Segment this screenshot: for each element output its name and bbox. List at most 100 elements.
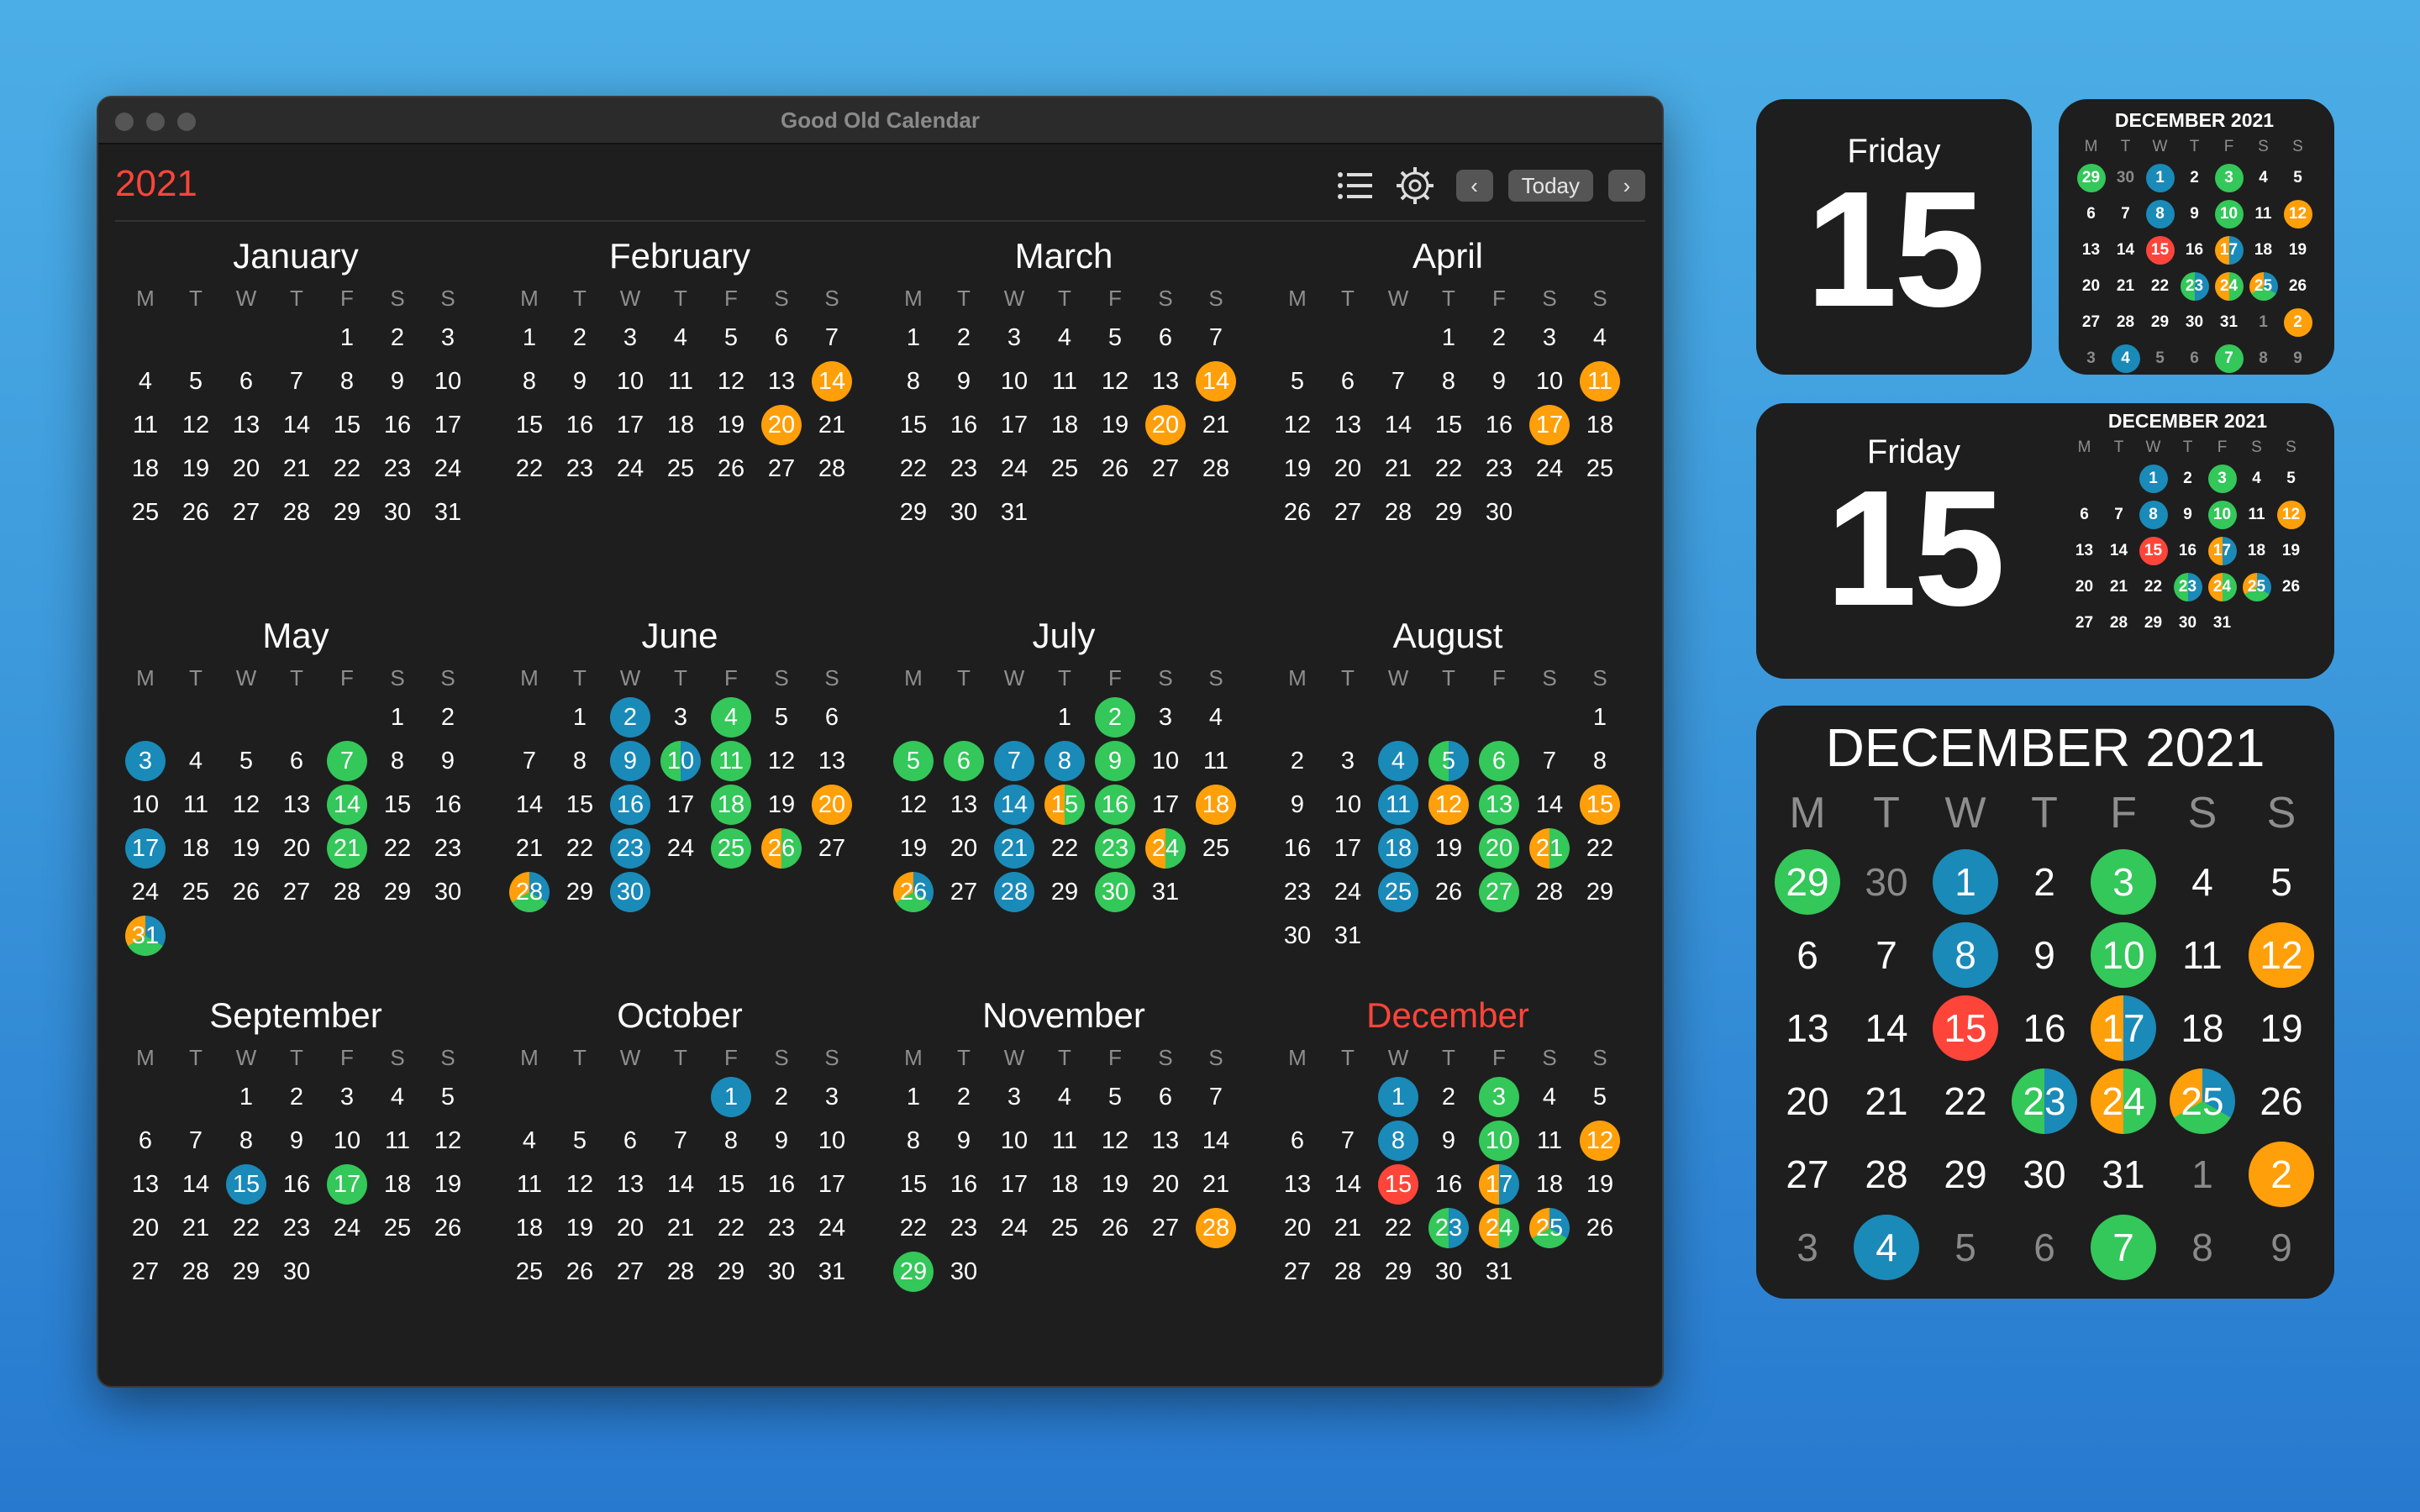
- day-cell[interactable]: 29: [322, 491, 372, 534]
- day-cell[interactable]: 12: [423, 1119, 473, 1163]
- day-cell[interactable]: 21: [1373, 447, 1423, 491]
- medium-widget[interactable]: Friday 15 DECEMBER 2021 M T W T F S S 1 2 3 4 5 6 7 8 9 1…: [1756, 403, 2334, 679]
- day-cell[interactable]: 17: [322, 1163, 372, 1206]
- day-cell[interactable]: 29: [1039, 870, 1090, 914]
- day-cell[interactable]: 25: [372, 1206, 423, 1250]
- day-cell[interactable]: 6: [1272, 1119, 1323, 1163]
- day-cell[interactable]: 18: [1575, 403, 1625, 447]
- day-cell[interactable]: 4: [655, 316, 706, 360]
- day-cell[interactable]: 2: [756, 1075, 807, 1119]
- day-cell[interactable]: 13: [756, 360, 807, 403]
- day-cell[interactable]: 5: [1090, 1075, 1140, 1119]
- day-cell[interactable]: 11: [1039, 360, 1090, 403]
- day-cell[interactable]: 23: [271, 1206, 322, 1250]
- day-cell[interactable]: 16: [1474, 403, 1524, 447]
- day-cell[interactable]: 4: [1575, 316, 1625, 360]
- day-cell[interactable]: 12: [1575, 1119, 1625, 1163]
- day-cell[interactable]: 12: [888, 783, 939, 827]
- day-cell[interactable]: 30: [756, 1250, 807, 1294]
- day-cell[interactable]: 12: [1272, 403, 1323, 447]
- day-cell[interactable]: 11: [1575, 360, 1625, 403]
- day-cell[interactable]: 11: [706, 739, 756, 783]
- day-cell[interactable]: 16: [939, 403, 989, 447]
- day-cell[interactable]: 23: [555, 447, 605, 491]
- day-cell[interactable]: 10: [1140, 739, 1191, 783]
- day-cell[interactable]: 24: [655, 827, 706, 870]
- day-cell[interactable]: 21: [1191, 403, 1241, 447]
- day-cell[interactable]: 5: [1423, 739, 1474, 783]
- day-cell[interactable]: 29: [372, 870, 423, 914]
- day-cell[interactable]: 25: [1373, 870, 1423, 914]
- day-cell[interactable]: 10: [120, 783, 171, 827]
- day-cell[interactable]: 21: [504, 827, 555, 870]
- day-cell[interactable]: 18: [1039, 1163, 1090, 1206]
- day-cell[interactable]: 24: [1323, 870, 1373, 914]
- day-cell[interactable]: 20: [1474, 827, 1524, 870]
- day-cell[interactable]: 1: [888, 316, 939, 360]
- day-cell[interactable]: 12: [171, 403, 221, 447]
- day-cell[interactable]: 13: [939, 783, 989, 827]
- day-cell[interactable]: 6: [271, 739, 322, 783]
- day-cell[interactable]: 19: [1090, 403, 1140, 447]
- day-cell[interactable]: 30: [1090, 870, 1140, 914]
- day-cell[interactable]: 18: [1373, 827, 1423, 870]
- day-cell[interactable]: 15: [706, 1163, 756, 1206]
- day-cell[interactable]: 21: [807, 403, 857, 447]
- day-cell[interactable]: 19: [555, 1206, 605, 1250]
- day-cell[interactable]: 29: [1373, 1250, 1423, 1294]
- day-cell[interactable]: 9: [1474, 360, 1524, 403]
- day-cell[interactable]: 21: [655, 1206, 706, 1250]
- day-cell[interactable]: 20: [1323, 447, 1373, 491]
- day-cell[interactable]: 8: [1575, 739, 1625, 783]
- day-cell[interactable]: 15: [555, 783, 605, 827]
- day-cell[interactable]: 13: [605, 1163, 655, 1206]
- day-cell[interactable]: 22: [322, 447, 372, 491]
- day-cell[interactable]: 17: [423, 403, 473, 447]
- day-cell[interactable]: 30: [271, 1250, 322, 1294]
- day-cell[interactable]: 7: [1191, 1075, 1241, 1119]
- day-cell[interactable]: 1: [504, 316, 555, 360]
- day-cell[interactable]: 30: [1423, 1250, 1474, 1294]
- day-cell[interactable]: 28: [1191, 1206, 1241, 1250]
- day-cell[interactable]: 2: [1474, 316, 1524, 360]
- day-cell[interactable]: 17: [120, 827, 171, 870]
- list-icon[interactable]: [1337, 171, 1374, 201]
- day-cell[interactable]: 14: [504, 783, 555, 827]
- day-cell[interactable]: 21: [171, 1206, 221, 1250]
- day-cell[interactable]: 26: [1272, 491, 1323, 534]
- day-cell[interactable]: 4: [1373, 739, 1423, 783]
- day-cell[interactable]: 7: [1373, 360, 1423, 403]
- day-cell[interactable]: 28: [1373, 491, 1423, 534]
- day-cell[interactable]: 14: [989, 783, 1039, 827]
- day-cell[interactable]: 30: [372, 491, 423, 534]
- day-cell[interactable]: 28: [807, 447, 857, 491]
- day-cell[interactable]: 18: [706, 783, 756, 827]
- day-cell[interactable]: 16: [1423, 1163, 1474, 1206]
- day-cell[interactable]: 28: [989, 870, 1039, 914]
- day-cell[interactable]: 26: [221, 870, 271, 914]
- day-cell[interactable]: 10: [1323, 783, 1373, 827]
- day-cell[interactable]: 10: [807, 1119, 857, 1163]
- day-cell[interactable]: 9: [555, 360, 605, 403]
- day-cell[interactable]: 21: [1524, 827, 1575, 870]
- day-cell[interactable]: 15: [1575, 783, 1625, 827]
- day-cell[interactable]: 20: [271, 827, 322, 870]
- day-cell[interactable]: 25: [120, 491, 171, 534]
- day-cell[interactable]: 18: [171, 827, 221, 870]
- day-cell[interactable]: 5: [888, 739, 939, 783]
- day-cell[interactable]: 3: [1474, 1075, 1524, 1119]
- day-cell[interactable]: 1: [372, 696, 423, 739]
- day-cell[interactable]: 17: [655, 783, 706, 827]
- day-cell[interactable]: 10: [655, 739, 706, 783]
- day-cell[interactable]: 14: [1524, 783, 1575, 827]
- day-cell[interactable]: 6: [1323, 360, 1373, 403]
- day-cell[interactable]: 14: [171, 1163, 221, 1206]
- day-cell[interactable]: 8: [1039, 739, 1090, 783]
- day-cell[interactable]: 15: [1423, 403, 1474, 447]
- day-cell[interactable]: 16: [939, 1163, 989, 1206]
- day-cell[interactable]: 5: [221, 739, 271, 783]
- day-cell[interactable]: 3: [605, 316, 655, 360]
- day-cell[interactable]: 27: [1140, 1206, 1191, 1250]
- day-cell[interactable]: 16: [605, 783, 655, 827]
- day-cell[interactable]: 1: [322, 316, 372, 360]
